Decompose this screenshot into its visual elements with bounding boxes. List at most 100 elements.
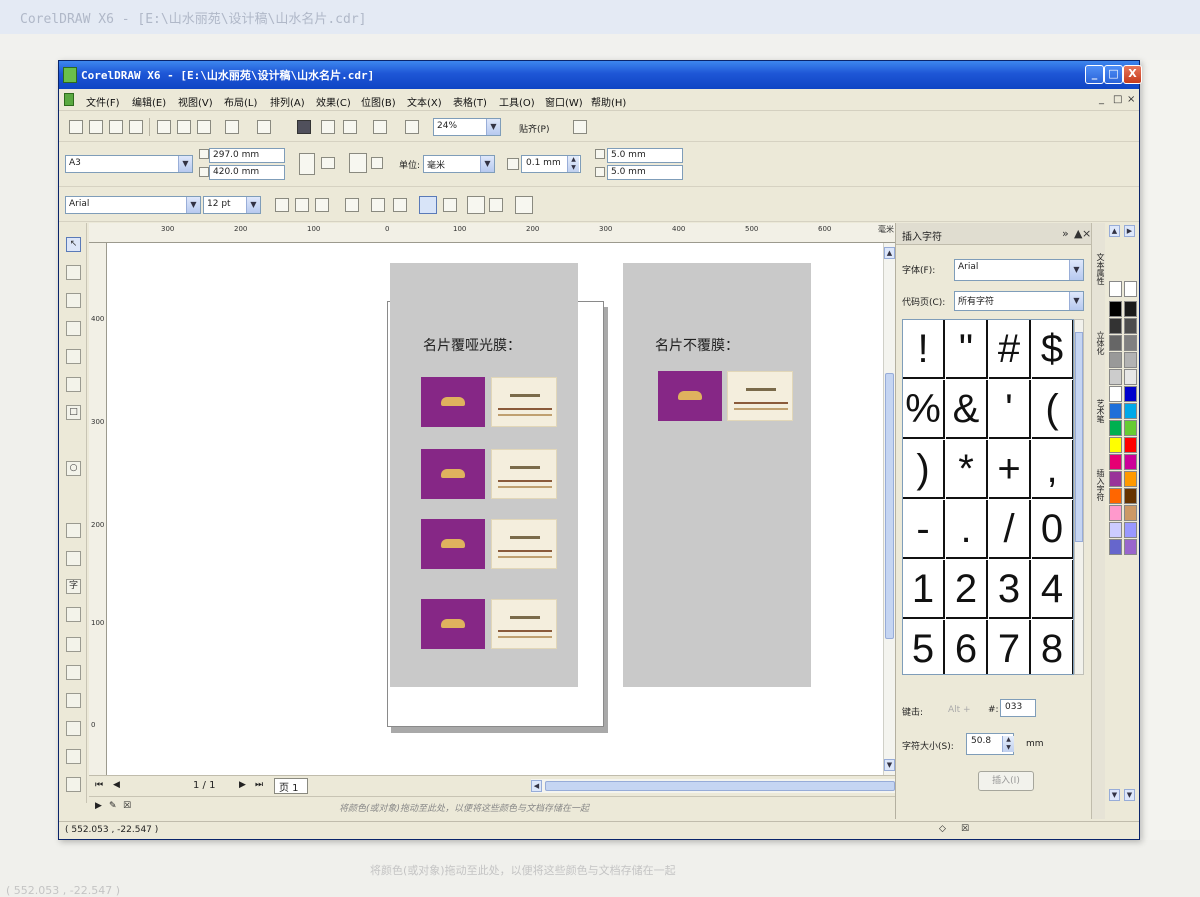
drawing-canvas[interactable]: 名片覆哑光膜： 名片不覆膜： [107, 243, 883, 775]
redo-icon[interactable] [257, 120, 271, 134]
menu-help[interactable]: 帮助(H) [591, 94, 626, 109]
business-card-back[interactable] [491, 377, 557, 427]
business-card-back[interactable] [491, 449, 557, 499]
glyph-cell[interactable]: - [903, 500, 945, 559]
document-palette[interactable]: ▶ ✎ ☒ 将颜色(或对象)拖动至此处，以便将这些颜色与文档存储在一起 [89, 796, 895, 816]
tab-extrude[interactable]: 立体化 [1093, 331, 1105, 355]
color-swatch[interactable] [1124, 522, 1137, 538]
glyph-cell[interactable]: ' [989, 380, 1031, 439]
eyedropper-icon[interactable]: ✎ [109, 801, 117, 811]
business-card-back[interactable] [727, 371, 793, 421]
glyph-cell[interactable]: 4 [1032, 560, 1073, 619]
save-icon[interactable] [109, 120, 123, 134]
vertical-ruler[interactable]: 400 300 200 100 0 [89, 243, 107, 775]
drop-cap-icon[interactable] [393, 198, 407, 212]
page-tab-1[interactable]: 页 1 [274, 778, 308, 794]
palette-arrow-icon[interactable]: ▶ [95, 801, 102, 811]
menu-bitmaps[interactable]: 位图(B) [361, 94, 396, 109]
glyph-cell[interactable]: 7 [989, 620, 1031, 674]
duplicate-x-field[interactable]: 5.0 mm [607, 148, 683, 163]
doc-restore-button[interactable]: □ [1113, 94, 1122, 105]
color-swatch[interactable] [1124, 505, 1137, 521]
edit-text-icon[interactable] [443, 198, 457, 212]
fill-tool-icon[interactable] [66, 777, 81, 792]
color-swatch[interactable] [1109, 369, 1122, 385]
print-icon[interactable] [129, 120, 143, 134]
minimize-button[interactable]: _ [1085, 65, 1104, 84]
char-size-spinner[interactable]: ▲ ▼ [1002, 736, 1014, 752]
glyph-cell[interactable]: 3 [989, 560, 1031, 619]
no-fill-swatch[interactable] [1109, 281, 1122, 297]
business-card-front[interactable] [421, 599, 485, 649]
text-tool-icon[interactable]: 字 [66, 579, 81, 594]
nudge-spinner[interactable]: ▲ ▼ [567, 156, 579, 172]
horizontal-scrollbar[interactable]: ◀ [531, 779, 901, 793]
color-swatch[interactable] [1124, 318, 1137, 334]
glyph-cell[interactable]: , [1032, 440, 1073, 499]
connector-tool-icon[interactable] [66, 665, 81, 680]
zoom-tool-icon[interactable] [66, 321, 81, 336]
docker-close-icon[interactable]: × [1082, 227, 1091, 240]
color-swatch[interactable] [1109, 471, 1122, 487]
paper-size-select[interactable]: A3 ▼ [65, 155, 193, 173]
glyph-cell[interactable]: 2 [946, 560, 988, 619]
char-code-field[interactable]: 033 [1000, 699, 1036, 717]
color-swatch[interactable] [1109, 403, 1122, 419]
color-swatch[interactable] [1109, 454, 1122, 470]
font-size-select[interactable]: 12 pt ▼ [203, 196, 261, 214]
document-icon[interactable] [64, 93, 74, 106]
no-outline-swatch[interactable] [1124, 281, 1137, 297]
new-document-icon[interactable] [69, 120, 83, 134]
scroll-down-icon[interactable]: ▼ [884, 759, 895, 771]
landscape-icon[interactable] [321, 157, 335, 169]
maximize-button[interactable]: □ [1104, 65, 1123, 84]
tab-insert-character[interactable]: 插入字符 [1093, 469, 1105, 501]
character-grid-scroll-thumb[interactable] [1075, 332, 1083, 542]
glyph-cell[interactable]: # [989, 320, 1031, 379]
text-align-icon[interactable] [345, 198, 359, 212]
units-select[interactable]: 毫米 ▼ [423, 155, 495, 173]
glyph-cell[interactable]: & [946, 380, 988, 439]
palette-end-icon[interactable]: ▼ [1124, 789, 1135, 801]
glyph-cell[interactable]: $ [1032, 320, 1073, 379]
color-swatch[interactable] [1109, 522, 1122, 538]
menu-tools[interactable]: 工具(O) [499, 94, 535, 109]
glyph-cell[interactable]: ! [903, 320, 945, 379]
glyph-cell[interactable]: . [946, 500, 988, 559]
basic-shapes-tool-icon[interactable] [66, 551, 81, 566]
business-card-front[interactable] [421, 519, 485, 569]
last-page-icon[interactable]: ⏭ [255, 780, 263, 790]
character-formatting-icon[interactable] [419, 196, 437, 214]
business-card-back[interactable] [491, 519, 557, 569]
color-swatch[interactable] [1109, 301, 1122, 317]
color-swatch[interactable] [1109, 539, 1122, 555]
glyph-cell[interactable]: 1 [903, 560, 945, 619]
business-card-front[interactable] [421, 377, 485, 427]
glyph-cell[interactable]: + [989, 440, 1031, 499]
page-height-field[interactable]: 420.0 mm [209, 165, 285, 180]
scroll-up-icon[interactable]: ▲ [884, 247, 895, 259]
glyph-cell[interactable]: 8 [1032, 620, 1073, 674]
palette-scroll-down-icon[interactable]: ▼ [1109, 789, 1120, 801]
vertical-scroll-thumb[interactable] [885, 373, 894, 639]
color-swatch[interactable] [1124, 369, 1137, 385]
blend-tool-icon[interactable] [66, 693, 81, 708]
glyph-cell[interactable]: / [989, 500, 1031, 559]
glyph-cell[interactable]: 5 [903, 620, 945, 674]
dimension-tool-icon[interactable] [66, 637, 81, 652]
menu-edit[interactable]: 编辑(E) [132, 94, 166, 109]
doc-close-button[interactable]: × [1127, 94, 1135, 105]
color-swatch[interactable] [1124, 437, 1137, 453]
paste-icon[interactable] [197, 120, 211, 134]
italic-icon[interactable] [295, 198, 309, 212]
menu-arrange[interactable]: 排列(A) [270, 94, 305, 109]
docker-expand-icon[interactable]: » [1062, 227, 1069, 240]
smart-fill-tool-icon[interactable] [66, 377, 81, 392]
next-page-icon[interactable]: ▶ [239, 780, 246, 790]
insert-button[interactable]: 插入(I) [978, 771, 1034, 791]
color-swatch[interactable] [1109, 318, 1122, 334]
palette-flyout-icon[interactable]: ▶ [1124, 225, 1135, 237]
glyph-cell[interactable]: ( [1032, 380, 1073, 439]
business-card-back[interactable] [491, 599, 557, 649]
zoom-level-select[interactable]: 24% ▼ [433, 118, 501, 136]
